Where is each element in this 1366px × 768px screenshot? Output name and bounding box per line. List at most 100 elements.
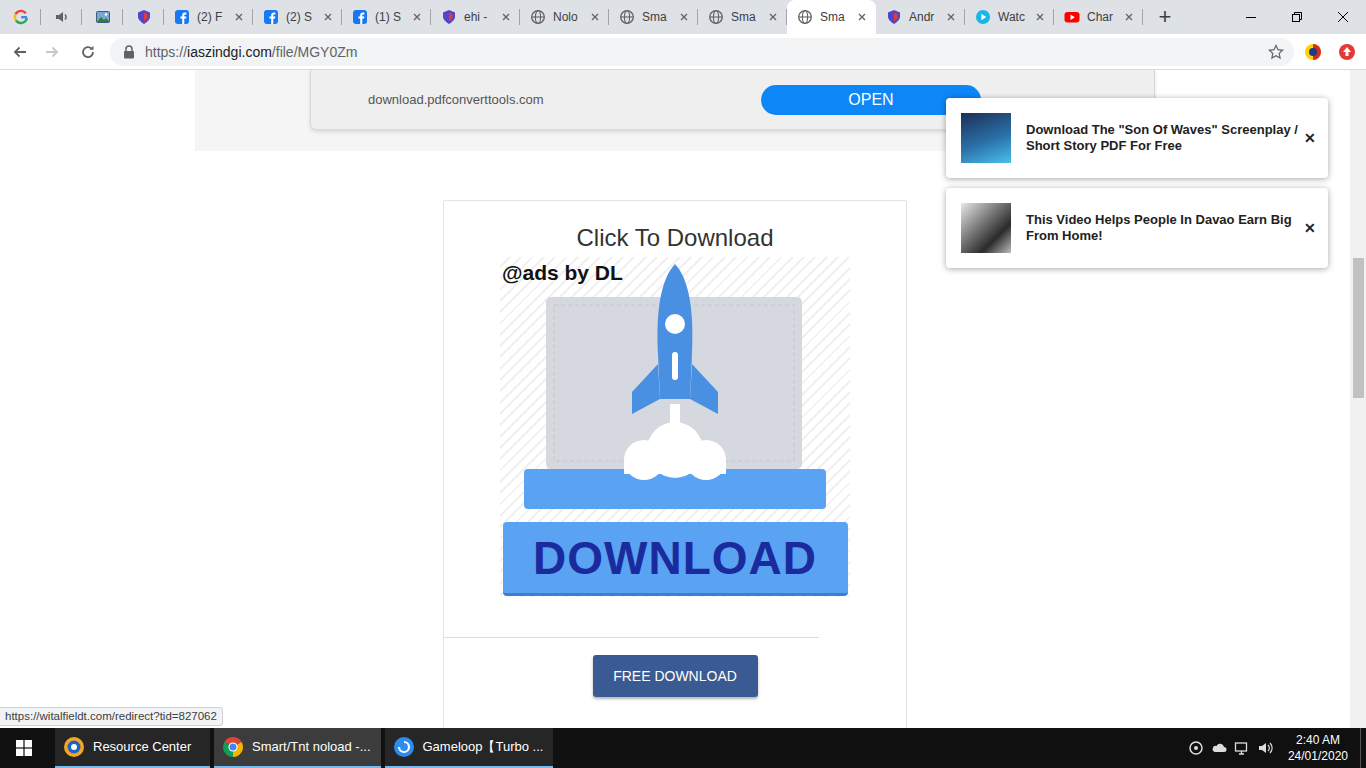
close-window-button[interactable]: [1320, 0, 1366, 34]
tab-body: [0, 0, 41, 34]
free-download-button[interactable]: FREE DOWNLOAD: [593, 655, 758, 697]
notification-thumbnail: [961, 113, 1011, 163]
tab-close-icon[interactable]: [768, 12, 778, 22]
url-text[interactable]: https://iaszindgi.com/file/MGY0Zm: [145, 43, 1258, 61]
scrollbar-thumb[interactable]: [1353, 258, 1364, 398]
tab-body: Andr: [876, 0, 965, 34]
back-button[interactable]: [6, 38, 34, 66]
browser-tab[interactable]: Sma: [609, 0, 698, 34]
browser-tab[interactable]: [123, 0, 164, 34]
youtube-favicon-icon: [1064, 9, 1080, 25]
download-ad-image[interactable]: @ads by DLDOWNLOAD: [500, 257, 850, 597]
chrome-app-icon: [222, 736, 244, 758]
browser-tab[interactable]: Watc: [965, 0, 1054, 34]
image-favicon-icon: [95, 9, 111, 25]
shield-favicon-icon: [136, 9, 152, 25]
notification[interactable]: This Video Helps People In Davao Earn Bi…: [946, 188, 1328, 268]
tab-close-icon[interactable]: [679, 12, 689, 22]
address-bar[interactable]: https://iaszindgi.com/file/MGY0Zm: [110, 38, 1294, 66]
browser-tab[interactable]: Nolo: [520, 0, 609, 34]
browser-tab[interactable]: Andr: [876, 0, 965, 34]
shield-favicon-icon: [886, 9, 902, 25]
browser-tab[interactable]: Sma: [787, 0, 876, 34]
facebook-favicon-icon: [352, 9, 368, 25]
taskbar-app[interactable]: Gameloop【Turbo ...: [385, 728, 554, 768]
tab-close-icon[interactable]: [412, 12, 422, 22]
notification-close[interactable]: ✕: [1304, 130, 1316, 146]
link-status-bubble: https://witalfieldt.com/redirect?tid=827…: [0, 707, 223, 726]
tab-close-icon[interactable]: [323, 12, 333, 22]
ad-download-button[interactable]: DOWNLOAD: [503, 522, 848, 596]
browser-tab[interactable]: [82, 0, 123, 34]
shield-favicon-icon: [441, 9, 457, 25]
lock-icon: [123, 45, 135, 59]
forward-button[interactable]: [38, 38, 66, 66]
download-card: Click To Download@ads by DLDOWNLOADFREE …: [443, 200, 907, 728]
tab-close-icon[interactable]: [946, 12, 956, 22]
volume-icon[interactable]: [1257, 740, 1273, 756]
gameloop-app-icon: [393, 736, 415, 758]
tab-close-icon[interactable]: [501, 12, 511, 22]
notification[interactable]: Download The "Son Of Waves" Screenplay /…: [946, 98, 1328, 178]
start-button[interactable]: [0, 728, 48, 768]
tab-title: Andr: [909, 9, 939, 25]
show-desktop-button[interactable]: [1360, 728, 1366, 768]
bookmark-star-icon[interactable]: [1268, 44, 1284, 60]
minimize-icon: [1246, 12, 1256, 22]
tab-body: Char: [1054, 0, 1143, 34]
tab-body: (2) S: [253, 0, 342, 34]
browser-tab[interactable]: Sma: [698, 0, 787, 34]
google-favicon-icon: [13, 9, 29, 25]
audio-favicon-icon: [54, 9, 70, 25]
restore-window-button[interactable]: [1274, 0, 1320, 34]
circle-status-icon[interactable]: [1188, 740, 1204, 756]
extension-button[interactable]: [1332, 38, 1362, 66]
browser-tab[interactable]: ehi -: [431, 0, 520, 34]
reload-icon: [80, 44, 96, 60]
taskbar-app[interactable]: Smart/Tnt noload -...: [214, 728, 381, 768]
browser-tab[interactable]: Char: [1054, 0, 1143, 34]
network-icon[interactable]: [1234, 740, 1250, 756]
tab-body: Sma: [698, 0, 787, 34]
notification-text: This Video Helps People In Davao Earn Bi…: [1026, 212, 1298, 244]
browser-tab[interactable]: (2) F: [164, 0, 253, 34]
system-tray: 2:40 AM24/01/2020: [1188, 728, 1360, 768]
tab-close-icon[interactable]: [1124, 12, 1134, 22]
globe-favicon-icon: [530, 9, 546, 25]
page-viewport: download.pdfconverttools.comOPENClick To…: [0, 70, 1350, 728]
globe-favicon-icon: [797, 9, 813, 25]
minimize-window-button[interactable]: [1228, 0, 1274, 34]
tab-body: [41, 0, 82, 34]
browser-tab[interactable]: [0, 0, 41, 34]
tab-close-icon[interactable]: [857, 12, 867, 22]
facebook-favicon-icon: [174, 9, 190, 25]
forward-arrow-icon: [44, 44, 60, 60]
cloud-icon[interactable]: [1211, 740, 1227, 756]
extension-button[interactable]: [1298, 38, 1328, 66]
tab-body: Nolo: [520, 0, 609, 34]
tab-strip: (2) F(2) S(1) Sehi -NoloSmaSmaSmaAndrWat…: [0, 0, 1366, 34]
tab-title: (2) S: [286, 9, 316, 25]
browser-tab[interactable]: (1) S: [342, 0, 431, 34]
restore-icon: [1292, 12, 1302, 22]
browser-tab[interactable]: (2) S: [253, 0, 342, 34]
scrollbar[interactable]: [1350, 70, 1366, 728]
window-controls: [1228, 0, 1366, 34]
resource-center-app-icon: [63, 736, 85, 758]
reload-button[interactable]: [74, 38, 102, 66]
tab-close-icon[interactable]: [1035, 12, 1045, 22]
tab-body: Sma: [787, 0, 876, 34]
new-tab-button[interactable]: +: [1151, 3, 1179, 31]
clock[interactable]: 2:40 AM24/01/2020: [1280, 732, 1356, 764]
tab-close-icon[interactable]: [234, 12, 244, 22]
back-arrow-icon: [12, 44, 28, 60]
upload-arrow-icon: [1338, 43, 1356, 61]
notification-close[interactable]: ✕: [1304, 220, 1316, 236]
tab-body: (1) S: [342, 0, 431, 34]
tab-close-icon[interactable]: [590, 12, 600, 22]
rocket-laptop-icon: [524, 264, 826, 509]
tab-title: ehi -: [464, 9, 494, 25]
taskbar-app[interactable]: Resource Center: [55, 728, 210, 768]
tab-body: Sma: [609, 0, 698, 34]
browser-tab[interactable]: [41, 0, 82, 34]
